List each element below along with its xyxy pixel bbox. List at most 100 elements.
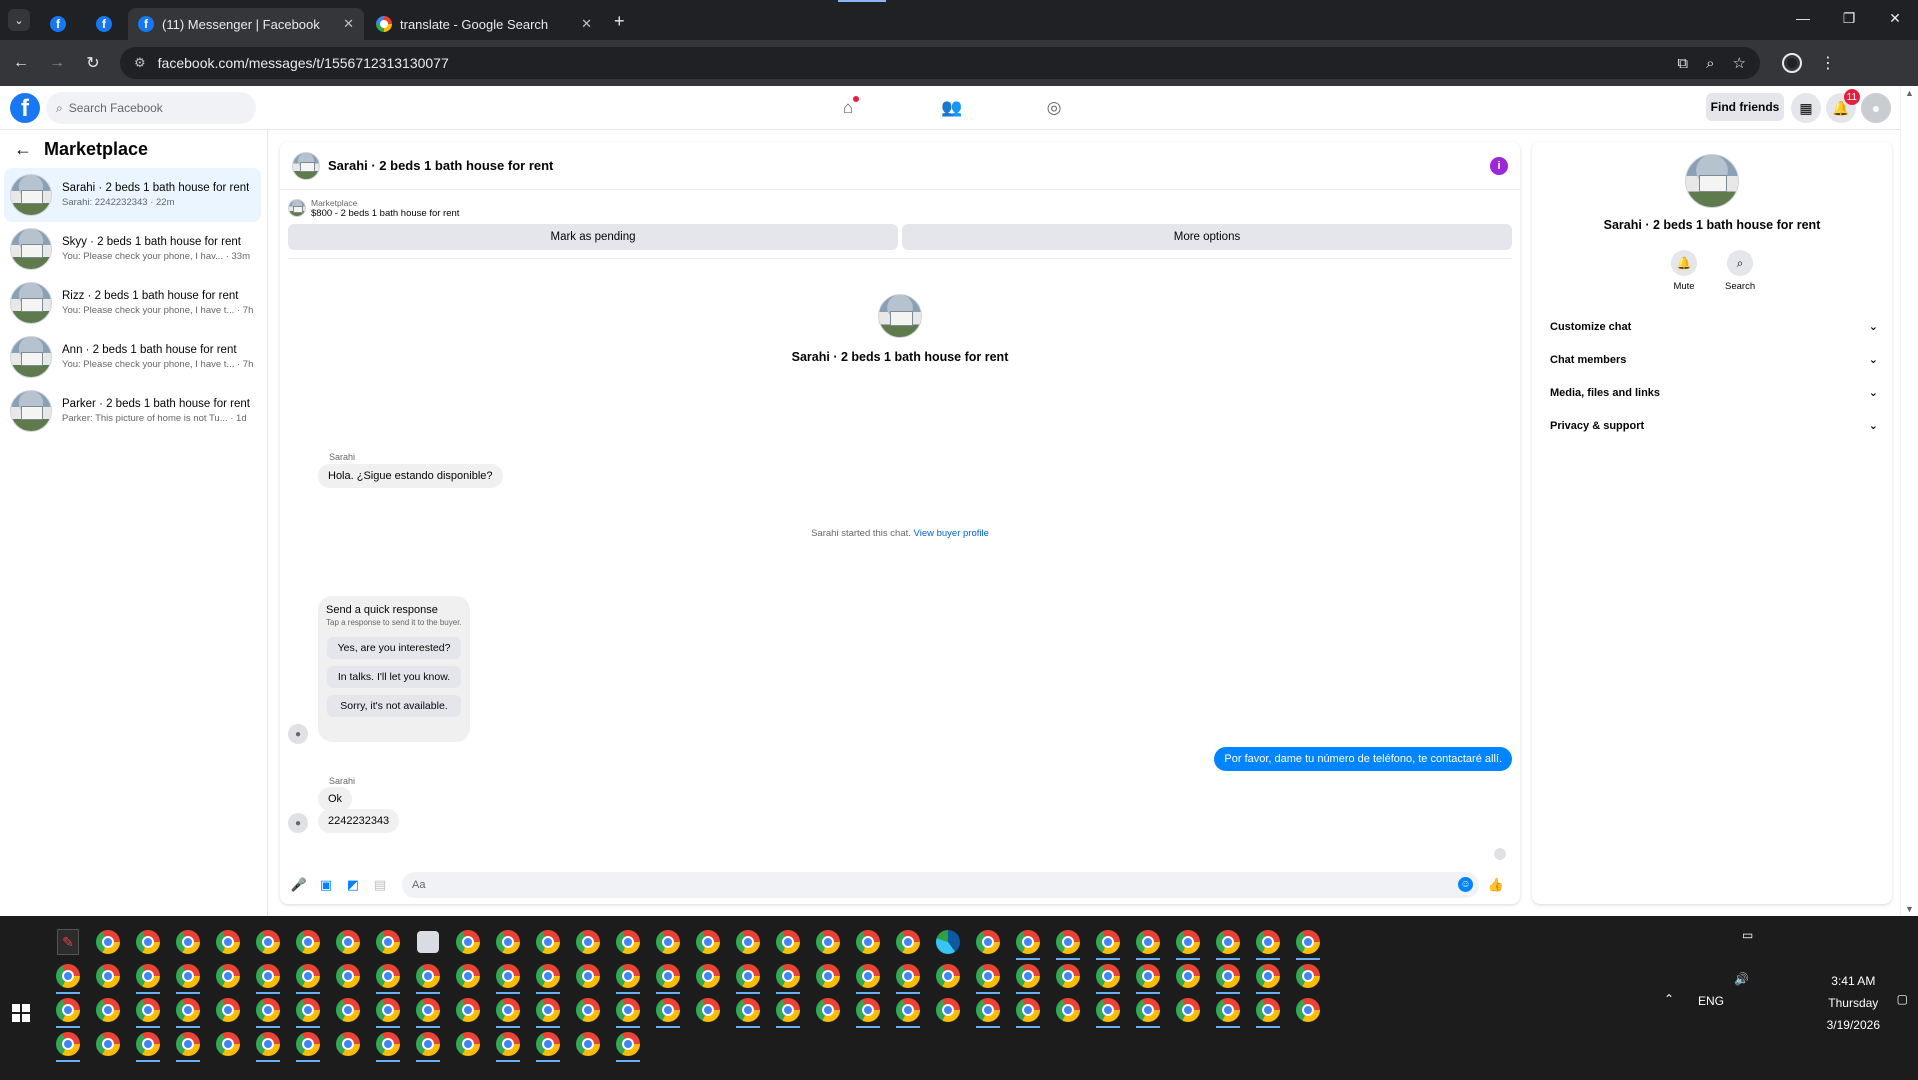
chrome-window-icon[interactable] <box>730 992 766 1028</box>
chrome-window-icon[interactable] <box>410 992 446 1028</box>
pinned-app-icon[interactable]: ✎ <box>50 924 86 960</box>
reload-button[interactable]: ↻ <box>78 48 108 78</box>
chrome-window-icon[interactable] <box>810 924 846 960</box>
chrome-window-icon[interactable] <box>330 924 366 960</box>
chrome-window-icon[interactable] <box>610 992 646 1028</box>
mute-button[interactable]: 🔔 Mute <box>1669 250 1699 292</box>
back-button[interactable]: ← <box>6 48 36 78</box>
restore-button[interactable]: ❐ <box>1826 0 1872 36</box>
close-window-button[interactable]: ✕ <box>1872 0 1918 36</box>
chrome-window-icon[interactable] <box>1090 924 1126 960</box>
chrome-window-icon[interactable] <box>1050 924 1086 960</box>
edge-browser-icon[interactable] <box>930 924 966 960</box>
chrome-window-icon[interactable] <box>690 958 726 994</box>
chrome-window-icon[interactable] <box>770 924 806 960</box>
sticker-icon[interactable]: ◩ <box>342 874 364 896</box>
chrome-window-icon[interactable] <box>810 958 846 994</box>
more-options-button[interactable]: More options <box>902 224 1512 250</box>
chrome-window-icon[interactable] <box>930 958 966 994</box>
chrome-window-icon[interactable] <box>330 1026 366 1062</box>
minimize-button[interactable]: — <box>1780 0 1826 36</box>
chrome-window-icon[interactable] <box>330 958 366 994</box>
chrome-window-icon[interactable] <box>130 924 166 960</box>
url-text[interactable]: facebook.com/messages/t/1556712313130077 <box>158 55 1660 71</box>
address-bar[interactable]: ⚙ facebook.com/messages/t/15567123131300… <box>120 47 1760 79</box>
chrome-window-icon[interactable] <box>1290 958 1326 994</box>
chrome-window-icon[interactable] <box>1050 992 1086 1028</box>
conversation-item[interactable]: Rizz · 2 beds 1 bath house for rent You:… <box>4 276 261 330</box>
chrome-window-icon[interactable] <box>570 924 606 960</box>
language-indicator[interactable]: ENG <box>1698 994 1724 1008</box>
chrome-window-icon[interactable] <box>850 924 886 960</box>
chrome-window-icon[interactable] <box>130 1026 166 1062</box>
mark-as-pending-button[interactable]: Mark as pending <box>288 224 898 250</box>
chrome-window-icon[interactable] <box>970 958 1006 994</box>
chrome-window-icon[interactable] <box>370 958 406 994</box>
chrome-window-icon[interactable] <box>410 958 446 994</box>
chrome-window-icon[interactable] <box>1090 992 1126 1028</box>
chrome-menu-icon[interactable]: ⋮ <box>1820 53 1836 73</box>
chrome-window-icon[interactable] <box>610 1026 646 1062</box>
chrome-window-icon[interactable] <box>1010 924 1046 960</box>
sender-avatar[interactable]: ● <box>288 813 308 833</box>
chrome-window-icon[interactable] <box>970 924 1006 960</box>
menu-grid-icon[interactable]: ▦ <box>1791 93 1821 123</box>
bookmark-star-icon[interactable]: ☆ <box>1733 54 1746 72</box>
chrome-profile-icon[interactable] <box>1782 53 1802 73</box>
chrome-window-icon[interactable] <box>1010 992 1046 1028</box>
windows-start-icon[interactable] <box>12 1004 30 1022</box>
chrome-window-icon[interactable] <box>1170 992 1206 1028</box>
chrome-window-icon[interactable] <box>250 992 286 1028</box>
home-icon[interactable]: ⌂ <box>836 96 860 120</box>
chrome-window-icon[interactable] <box>50 992 86 1028</box>
notifications-bell-icon[interactable]: 🔔 11 <box>1826 89 1860 123</box>
privacy-support-item[interactable]: Privacy & support ⌄ <box>1540 409 1884 442</box>
chrome-window-icon[interactable] <box>290 924 326 960</box>
new-tab-button[interactable]: + <box>614 11 625 32</box>
chrome-window-icon[interactable] <box>730 924 766 960</box>
info-icon[interactable]: i <box>1490 156 1508 175</box>
chrome-window-icon[interactable] <box>450 924 486 960</box>
scroll-down-arrow-icon[interactable]: ▼ <box>1905 904 1914 914</box>
chrome-window-icon[interactable] <box>490 924 526 960</box>
chrome-window-icon[interactable] <box>290 992 326 1028</box>
quick-response-option[interactable]: Sorry, it's not available. <box>327 695 461 717</box>
chat-avatar[interactable] <box>292 151 320 180</box>
install-app-icon[interactable]: ⧉ <box>1677 55 1688 72</box>
media-files-links-item[interactable]: Media, files and links ⌄ <box>1540 376 1884 409</box>
chrome-window-icon[interactable] <box>890 958 926 994</box>
tab-search-chevron-icon[interactable]: ⌄ <box>8 9 30 31</box>
chrome-window-icon[interactable] <box>850 992 886 1028</box>
chrome-window-icon[interactable] <box>690 992 726 1028</box>
emoji-icon[interactable]: ☺ <box>1458 877 1473 892</box>
chrome-window-icon[interactable] <box>1250 924 1286 960</box>
page-scrollbar[interactable]: ▲ ▼ <box>1900 86 1918 916</box>
network-icon[interactable]: ▭ <box>1742 928 1753 942</box>
chrome-window-icon[interactable] <box>890 992 926 1028</box>
quick-response-option[interactable]: In talks. I'll let you know. <box>327 666 461 688</box>
chrome-window-icon[interactable] <box>170 1026 206 1062</box>
back-arrow-icon[interactable]: ← <box>14 139 32 160</box>
chrome-window-icon[interactable] <box>1130 924 1166 960</box>
groups-icon[interactable]: ◎ <box>1042 96 1066 120</box>
facebook-logo[interactable]: f <box>10 93 40 123</box>
chrome-window-icon[interactable] <box>490 992 526 1028</box>
chrome-window-icon[interactable] <box>530 924 566 960</box>
chrome-window-icon[interactable] <box>530 992 566 1028</box>
pinned-tab-facebook-1[interactable]: f <box>36 8 80 40</box>
message-bubble[interactable]: 2242232343 <box>318 809 400 833</box>
chrome-window-icon[interactable] <box>1090 958 1126 994</box>
chrome-window-icon[interactable] <box>490 958 526 994</box>
chrome-window-icon[interactable] <box>250 958 286 994</box>
chrome-window-icon[interactable] <box>130 958 166 994</box>
message-input[interactable]: Aa ☺ <box>402 872 1479 898</box>
chrome-window-icon[interactable] <box>290 958 326 994</box>
tab-google-search[interactable]: translate - Google Search ✕ <box>366 8 602 40</box>
clock[interactable]: 3:41 AM Thursday 3/19/2026 <box>1827 970 1880 1036</box>
thumbs-up-icon[interactable]: 👍 <box>1485 874 1507 896</box>
facebook-search-input[interactable]: ⌕ Search Facebook <box>46 92 256 124</box>
chrome-window-icon[interactable] <box>410 1026 446 1062</box>
pinned-tab-facebook-2[interactable]: f <box>82 8 126 40</box>
chrome-window-icon[interactable] <box>570 1026 606 1062</box>
chrome-window-icon[interactable] <box>50 1026 86 1062</box>
